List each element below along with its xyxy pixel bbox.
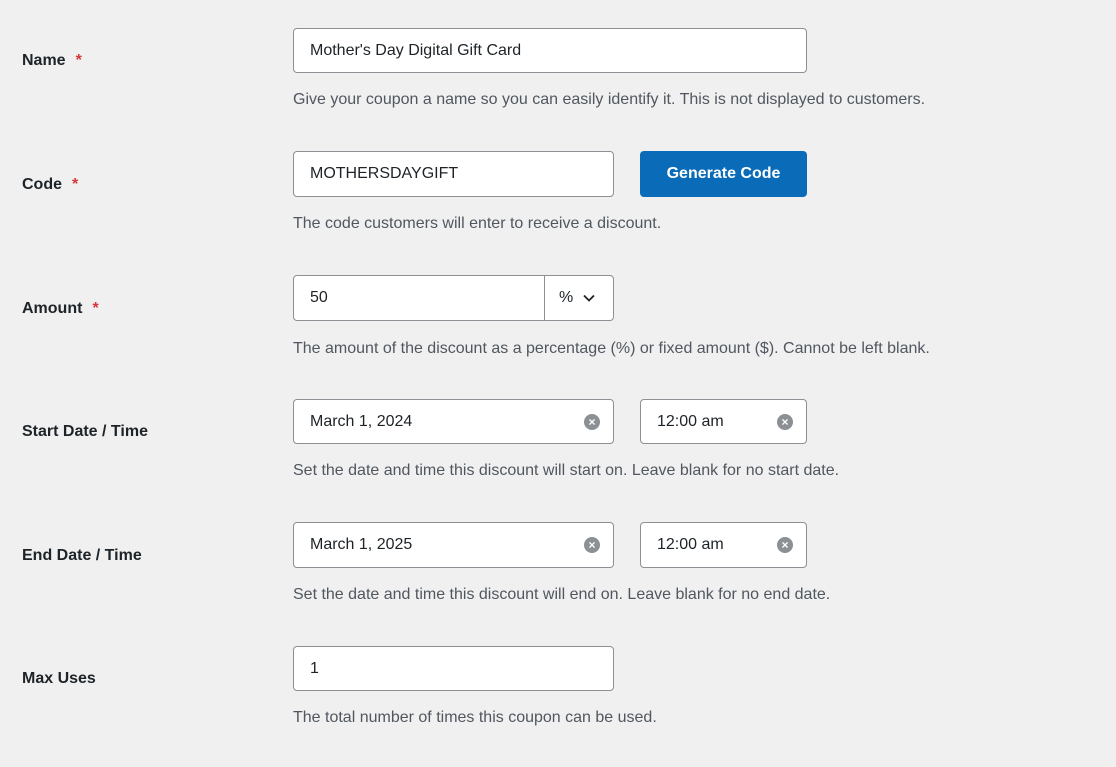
end-time-input[interactable]: 12:00 am × xyxy=(640,522,807,568)
name-value: Mother's Day Digital Gift Card xyxy=(310,41,522,59)
amount-label: Amount * xyxy=(22,300,99,317)
max-uses-label: Max Uses xyxy=(22,670,96,687)
start-description: Set the date and time this discount will… xyxy=(293,462,840,479)
end-label: End Date / Time xyxy=(22,547,142,564)
start-date-value: March 1, 2024 xyxy=(310,412,413,430)
end-description: Set the date and time this discount will… xyxy=(293,586,831,603)
start-date-input[interactable]: March 1, 2024 × xyxy=(293,399,614,444)
unit-value: % xyxy=(559,289,574,306)
code-label: Code * xyxy=(22,176,79,193)
max-uses-input[interactable]: 1 xyxy=(293,646,614,691)
clear-icon[interactable]: × xyxy=(584,413,600,430)
amount-value: 50 xyxy=(310,289,328,306)
amount-description: The amount of the discount as a percenta… xyxy=(293,340,930,357)
max-uses-value: 1 xyxy=(310,659,319,677)
name-description: Give your coupon a name so you can easil… xyxy=(293,91,926,108)
required-mark: * xyxy=(75,52,82,69)
code-description: The code customers will enter to receive… xyxy=(293,215,662,232)
clear-icon[interactable]: × xyxy=(777,413,793,430)
start-time-input[interactable]: 12:00 am × xyxy=(640,399,807,444)
required-mark: * xyxy=(92,300,99,317)
code-input[interactable]: MOTHERSDAYGIFT xyxy=(293,151,614,197)
end-time-value: 12:00 am xyxy=(657,536,724,553)
amount-input[interactable]: 50 xyxy=(293,275,545,321)
start-label: Start Date / Time xyxy=(22,423,148,440)
max-uses-description: The total number of times this coupon ca… xyxy=(293,709,657,726)
clear-icon[interactable]: × xyxy=(584,537,600,553)
amount-unit-select[interactable]: % xyxy=(544,275,614,321)
clear-icon[interactable]: × xyxy=(777,537,793,553)
name-label: Name * xyxy=(22,52,82,69)
chevron-down-icon xyxy=(583,294,595,302)
required-mark: * xyxy=(72,176,79,193)
end-date-input[interactable]: March 1, 2025 × xyxy=(293,522,614,568)
code-value: MOTHERSDAYGIFT xyxy=(310,165,459,182)
end-date-value: March 1, 2025 xyxy=(310,536,413,553)
name-input[interactable]: Mother's Day Digital Gift Card xyxy=(293,28,807,73)
generate-code-button[interactable]: Generate Code xyxy=(640,151,807,197)
start-time-value: 12:00 am xyxy=(657,412,724,430)
